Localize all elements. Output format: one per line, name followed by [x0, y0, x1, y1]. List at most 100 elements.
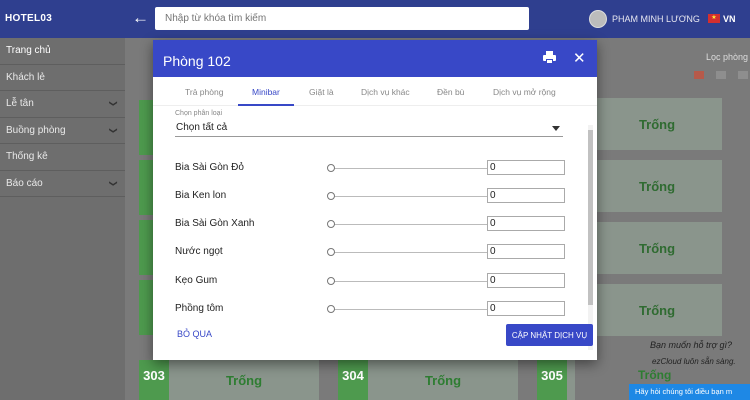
quantity-slider-track[interactable] [332, 309, 488, 310]
sidebar-item-housekeeping[interactable]: Buồng phòng ❯ [0, 118, 125, 144]
compact-view-icon[interactable] [738, 71, 748, 79]
help-subtitle: ezCloud luôn sẵn sàng. [652, 357, 736, 366]
active-tab-indicator [238, 104, 294, 106]
quantity-input[interactable] [487, 301, 565, 316]
tab-minibar[interactable]: Minibar [252, 87, 280, 97]
item-name: Kẹo Gum [175, 275, 218, 286]
tab-other-services[interactable]: Dịch vụ khác [361, 87, 410, 97]
avatar[interactable] [589, 10, 607, 28]
grid-view-icon[interactable] [694, 71, 704, 79]
chat-widget-button[interactable]: Hãy hỏi chúng tôi điều bạn m [629, 384, 750, 400]
sidebar-item-reports[interactable]: Báo cáo ❯ [0, 171, 125, 197]
room-number: 303 [139, 360, 169, 400]
room-status: Trống [225, 372, 263, 388]
quantity-input[interactable] [487, 188, 565, 203]
item-name: Nước ngọt [175, 246, 223, 257]
quantity-slider-track[interactable] [332, 224, 488, 225]
update-service-button[interactable]: CẬP NHẬT DỊCH VỤ [506, 324, 593, 346]
room-card[interactable] [139, 220, 153, 275]
room-card[interactable] [139, 100, 153, 155]
minibar-item-row: Bia Ken lon [175, 188, 565, 204]
quantity-slider-thumb[interactable] [327, 305, 335, 313]
quantity-slider-track[interactable] [332, 196, 488, 197]
minibar-item-row: Nước ngọt [175, 244, 565, 260]
quantity-slider-thumb[interactable] [327, 248, 335, 256]
category-label: Chọn phân loại [175, 110, 223, 117]
dialog-header: Phòng 102 ✕ [153, 40, 597, 77]
search-input[interactable] [155, 7, 529, 30]
category-select[interactable]: Chọn tất cả [175, 120, 563, 137]
item-name: Bia Sài Gòn Đỏ [175, 162, 244, 173]
item-name: Bia Ken lon [175, 190, 227, 201]
room-filter-label[interactable]: Lọc phòng [706, 52, 748, 62]
dialog-tabs: Trả phòng Minibar Giặt là Dịch vụ khác Đ… [153, 77, 597, 106]
list-view-icon[interactable] [716, 71, 726, 79]
search-box[interactable] [155, 7, 529, 30]
sidebar: Trang chủ Khách lẻ Lễ tân ❯ Buồng phòng ❯ … [0, 38, 125, 400]
tab-extended-services[interactable]: Dịch vụ mở rộng [493, 87, 556, 97]
sidebar-item-label: Thống kê [6, 151, 48, 163]
quantity-slider-thumb[interactable] [327, 192, 335, 200]
close-icon[interactable]: ✕ [573, 49, 586, 67]
quantity-input[interactable] [487, 160, 565, 175]
room-card[interactable] [139, 160, 153, 215]
quantity-slider-track[interactable] [332, 168, 488, 169]
dialog-title: Phòng 102 [163, 53, 231, 69]
brand-name: HOTEL03 [5, 13, 53, 24]
dropdown-arrow-icon [552, 126, 560, 131]
minibar-item-row: Bia Sài Gòn Xanh [175, 216, 565, 232]
sidebar-item-label: Lễ tân [6, 98, 34, 110]
minibar-item-row: Kẹo Gum [175, 273, 565, 289]
quantity-input[interactable] [487, 216, 565, 231]
room-status[interactable]: Trống [592, 284, 722, 336]
arrow-left-icon[interactable]: ← [132, 8, 149, 28]
item-name: Bia Sài Gòn Xanh [175, 218, 255, 229]
minibar-item-row: Bia Sài Gòn Đỏ [175, 160, 565, 176]
quantity-input[interactable] [487, 244, 565, 259]
scrollbar-thumb[interactable] [588, 130, 593, 305]
room-dialog: Phòng 102 ✕ Trả phòng Minibar Giặt là Dị… [153, 40, 597, 360]
dialog-scrollbar[interactable] [588, 125, 593, 350]
quantity-slider-thumb[interactable] [327, 220, 335, 228]
sidebar-item-label: Trang chủ [6, 45, 51, 57]
room-number: 305 [537, 360, 567, 400]
quantity-slider-track[interactable] [332, 252, 488, 253]
quantity-slider-thumb[interactable] [327, 164, 335, 172]
print-icon[interactable] [543, 51, 556, 64]
room-status[interactable]: Trống [592, 222, 722, 274]
sidebar-item-reception[interactable]: Lễ tân ❯ [0, 91, 125, 118]
user-name[interactable]: PHAM MINH LƯƠNG [612, 14, 700, 24]
sidebar-item-label: Buồng phòng [6, 124, 66, 136]
chevron-down-icon: ❯ [109, 126, 119, 134]
chevron-down-icon: ❯ [109, 100, 119, 108]
minibar-item-row: Phồng tôm [175, 301, 565, 317]
sidebar-item-walk-in[interactable]: Khách lẻ [0, 65, 125, 91]
quantity-slider-thumb[interactable] [327, 277, 335, 285]
room-status: Trống [424, 372, 462, 388]
item-name: Phồng tôm [175, 303, 224, 314]
language-label[interactable]: VN [723, 14, 736, 24]
room-card[interactable] [139, 280, 153, 335]
category-value: Chọn tất cả [176, 122, 228, 133]
quantity-input[interactable] [487, 273, 565, 288]
sidebar-item-home[interactable]: Trang chủ [0, 38, 125, 65]
chevron-down-icon: ❯ [109, 179, 119, 187]
room-status: Trống [638, 368, 672, 382]
room-card[interactable]: 303 Trống [139, 360, 319, 400]
help-title: Bạn muốn hỗ trợ gì? [650, 340, 732, 350]
room-status[interactable]: Trống [592, 160, 722, 212]
vietnam-flag-icon[interactable]: ★ [708, 14, 720, 23]
quantity-slider-track[interactable] [332, 281, 488, 282]
tab-laundry[interactable]: Giặt là [309, 87, 334, 97]
skip-button[interactable]: BỎ QUA [177, 329, 212, 339]
tab-checkout[interactable]: Trả phòng [185, 87, 223, 97]
tab-compensation[interactable]: Đền bù [437, 87, 464, 97]
room-card[interactable]: 305 [537, 360, 575, 400]
sidebar-item-label: Khách lẻ [6, 71, 45, 83]
room-status[interactable]: Trống [592, 98, 722, 150]
room-card[interactable]: 304 Trống [338, 360, 518, 400]
top-bar: HOTEL03 ← PHAM MINH LƯƠNG ★ VN [0, 0, 750, 38]
room-number: 304 [338, 360, 368, 400]
sidebar-item-statistics[interactable]: Thống kê [0, 144, 125, 171]
sidebar-item-label: Báo cáo [6, 177, 43, 189]
